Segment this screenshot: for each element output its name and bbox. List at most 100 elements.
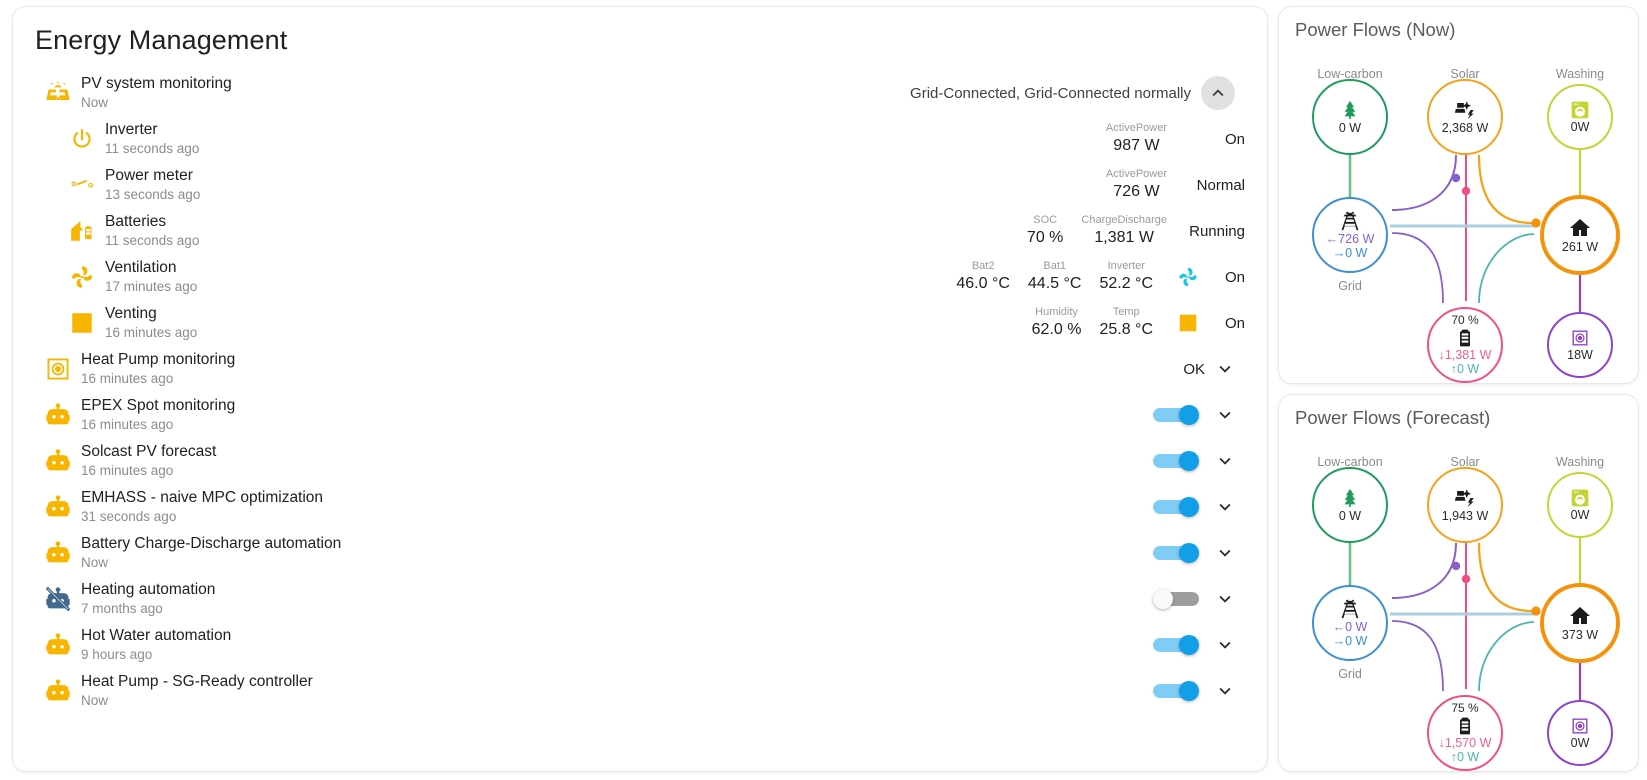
entity-toggle[interactable] bbox=[1153, 543, 1199, 563]
robot-icon bbox=[35, 401, 81, 429]
entity-row[interactable]: Battery Charge-Discharge automation Now bbox=[35, 530, 1245, 576]
entity-name: Heat Pump monitoring bbox=[81, 350, 236, 368]
flow-battery-soc: 70 % bbox=[1451, 313, 1479, 328]
entity-toggle[interactable] bbox=[1153, 451, 1199, 471]
flow-value: 261 W bbox=[1561, 240, 1599, 254]
entity-state: Normal bbox=[1196, 176, 1245, 194]
attribute-label: Humidity bbox=[1035, 306, 1078, 319]
tree-icon bbox=[1339, 99, 1361, 121]
entity-state: On bbox=[1224, 314, 1245, 332]
home-icon bbox=[1568, 216, 1592, 240]
entity-last-changed: 16 minutes ago bbox=[105, 325, 198, 341]
entity-name: PV system monitoring bbox=[81, 74, 232, 92]
heat-pump-icon bbox=[35, 355, 81, 383]
entity-row[interactable]: Heat Pump - SG-Ready controller Now bbox=[35, 668, 1245, 714]
attribute: Bat2 46.0 °C bbox=[956, 260, 1010, 293]
venting-icon bbox=[59, 310, 105, 336]
entity-row[interactable]: EPEX Spot monitoring 16 minutes ago bbox=[35, 392, 1245, 438]
entity-toggle[interactable] bbox=[1153, 405, 1199, 425]
entity-toggle[interactable] bbox=[1153, 681, 1199, 701]
entity-row[interactable]: Power meter 13 seconds ago ActivePower 726 … bbox=[35, 162, 1245, 208]
battery-icon bbox=[1455, 716, 1475, 736]
flow-value: 2,368 W bbox=[1441, 121, 1489, 135]
flow-node-battery[interactable]: 75 % ↓1,570 W ↑0 W bbox=[1427, 695, 1503, 771]
entity-row[interactable]: PV system monitoring Now Grid-Connected, G… bbox=[35, 70, 1245, 116]
robot-icon bbox=[35, 631, 81, 659]
washing-machine-icon bbox=[1570, 100, 1590, 120]
entity-toggle[interactable] bbox=[1153, 589, 1199, 609]
expand-chevron-icon[interactable] bbox=[1205, 588, 1245, 610]
flow-node-grid[interactable]: ←0 W →0 W bbox=[1312, 585, 1388, 661]
entity-row[interactable]: EMHASS - naive MPC optimization 31 second… bbox=[35, 484, 1245, 530]
robot-off-icon bbox=[35, 585, 81, 613]
flow-node-grid-label: Grid bbox=[1338, 279, 1362, 293]
entity-last-changed: Now bbox=[81, 693, 109, 709]
attribute-value: 52.2 °C bbox=[1099, 275, 1153, 293]
entity-names: Power meter 13 seconds ago bbox=[105, 167, 200, 204]
flow-value: 0W bbox=[1570, 736, 1590, 750]
transmission-tower-icon bbox=[1339, 210, 1361, 232]
solar-power-icon bbox=[1454, 487, 1476, 509]
expand-chevron-icon[interactable] bbox=[1205, 634, 1245, 656]
venting-status-icon[interactable] bbox=[1153, 312, 1199, 334]
entity-name: EPEX Spot monitoring bbox=[81, 396, 236, 414]
dashboard-root: Energy Management PV system monitoring No… bbox=[0, 0, 1647, 780]
flow-node-lowcarbon[interactable]: 0 W bbox=[1312, 79, 1388, 155]
entity-name: EMHASS - naive MPC optimization bbox=[81, 488, 324, 506]
expand-chevron-icon[interactable] bbox=[1205, 496, 1245, 518]
attribute: ActivePower 987 W bbox=[1106, 122, 1167, 155]
solar-power-icon bbox=[1454, 99, 1476, 121]
flow-node-solar[interactable]: 2,368 W bbox=[1427, 79, 1503, 155]
entity-last-changed: 11 seconds ago bbox=[105, 233, 200, 249]
power-flows-now-card: Power Flows (Now) 0 W Low-carbon 2,368 W So… bbox=[1278, 6, 1639, 384]
power-flows-forecast-title: Power Flows (Forecast) bbox=[1295, 407, 1491, 428]
attribute-value: 46.0 °C bbox=[956, 275, 1010, 293]
entity-names: Battery Charge-Discharge automation Now bbox=[81, 535, 341, 572]
flow-node-washing[interactable]: 0W bbox=[1547, 472, 1613, 538]
expand-chevron-icon[interactable] bbox=[1205, 680, 1245, 702]
expand-chevron-icon[interactable] bbox=[1205, 450, 1245, 472]
attribute-label: Inverter bbox=[1107, 260, 1145, 273]
attribute-label: ActivePower bbox=[1105, 122, 1167, 135]
entity-row[interactable]: Hot Water automation 9 hours ago bbox=[35, 622, 1245, 668]
entity-names: Heat Pump - SG-Ready controller Now bbox=[81, 673, 313, 710]
entity-toggle[interactable] bbox=[1153, 497, 1199, 517]
entity-last-changed: 7 months ago bbox=[81, 601, 163, 617]
flow-node-washing[interactable]: 0W bbox=[1547, 84, 1613, 150]
entity-row[interactable]: Ventilation 17 minutes ago Bat2 46.0 °C Bat1… bbox=[35, 254, 1245, 300]
flow-node-grid[interactable]: ←726 W →0 W bbox=[1312, 197, 1388, 273]
attribute: SOC 70 % bbox=[1027, 214, 1063, 247]
entity-row[interactable]: Inverter 11 seconds ago ActivePower 987 W On bbox=[35, 116, 1245, 162]
flow-node-home[interactable]: 261 W bbox=[1540, 195, 1620, 275]
flow-node-heating[interactable]: 18W bbox=[1547, 312, 1613, 378]
entity-attributes: ActivePower 987 W bbox=[1106, 122, 1167, 155]
flow-battery-in: ↓1,570 W bbox=[1438, 735, 1492, 750]
collapse-button[interactable] bbox=[1201, 76, 1235, 110]
flow-node-solar[interactable]: 1,943 W bbox=[1427, 467, 1503, 543]
entity-row[interactable]: Venting 16 minutes ago Humidity 62.0 % Temp 2… bbox=[35, 300, 1245, 346]
entity-row[interactable]: Heating automation 7 months ago bbox=[35, 576, 1245, 622]
flow-node-lowcarbon[interactable]: 0 W bbox=[1312, 467, 1388, 543]
attribute-value: 987 W bbox=[1113, 137, 1160, 155]
expand-chevron-icon[interactable] bbox=[1205, 542, 1245, 564]
expand-chevron-icon[interactable] bbox=[1205, 404, 1245, 426]
flow-node-heating[interactable]: 0W bbox=[1547, 700, 1613, 766]
flow-grid-import: ←726 W bbox=[1325, 232, 1375, 246]
flow-node-home[interactable]: 373 W bbox=[1540, 583, 1620, 663]
entity-names: EPEX Spot monitoring 16 minutes ago bbox=[81, 397, 235, 434]
heating-icon bbox=[1570, 716, 1590, 736]
entity-row[interactable]: Batteries 11 seconds ago SOC 70 % ChargeDisc… bbox=[35, 208, 1245, 254]
entity-row[interactable]: Solcast PV forecast 16 minutes ago bbox=[35, 438, 1245, 484]
entity-toggle[interactable] bbox=[1153, 635, 1199, 655]
expand-chevron-icon[interactable] bbox=[1205, 358, 1245, 380]
entity-row[interactable]: Heat Pump monitoring 16 minutes ago OK bbox=[35, 346, 1245, 392]
entity-attributes: ActivePower 726 W bbox=[1106, 168, 1167, 201]
entity-name: Heating automation bbox=[81, 580, 216, 598]
fan-status-icon[interactable] bbox=[1153, 266, 1199, 288]
robot-icon bbox=[35, 493, 81, 521]
power-icon bbox=[59, 126, 105, 152]
battery-icon bbox=[1455, 328, 1475, 348]
entity-last-changed: Now bbox=[81, 555, 109, 571]
entity-attributes: Humidity 62.0 % Temp 25.8 °C bbox=[1032, 306, 1153, 339]
flow-node-battery[interactable]: 70 % ↓1,381 W ↑0 W bbox=[1427, 307, 1503, 383]
